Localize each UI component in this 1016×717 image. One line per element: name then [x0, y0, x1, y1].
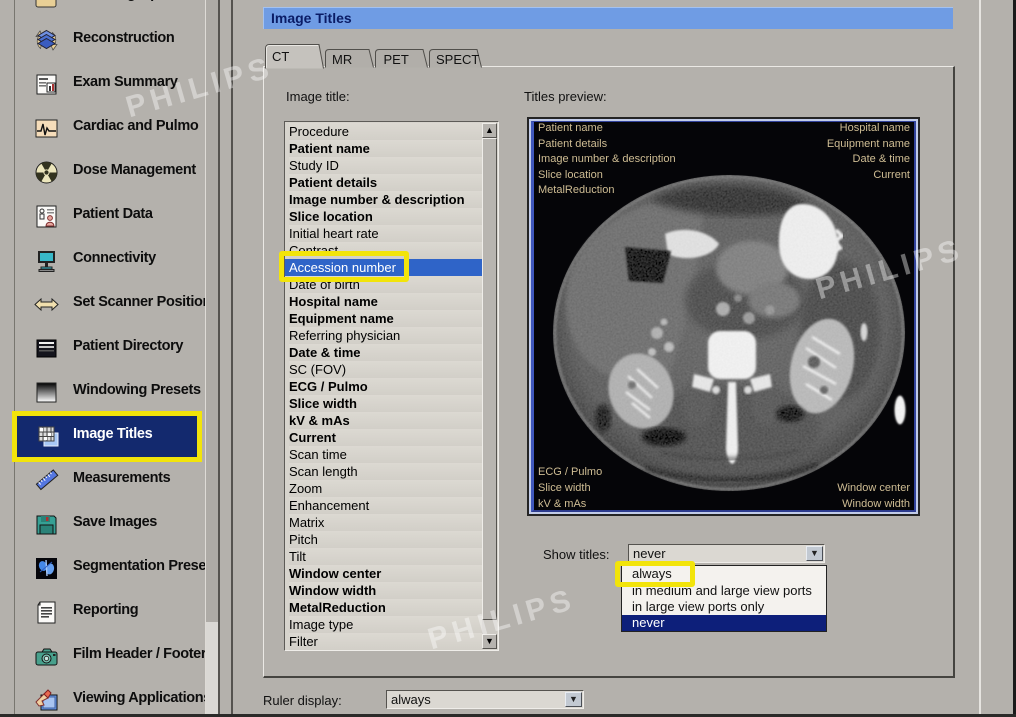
- svg-text:MR: MR: [332, 52, 352, 67]
- svg-text:CT: CT: [272, 49, 289, 64]
- svg-text:SPECT: SPECT: [436, 52, 479, 67]
- svg-text:PET: PET: [384, 52, 409, 67]
